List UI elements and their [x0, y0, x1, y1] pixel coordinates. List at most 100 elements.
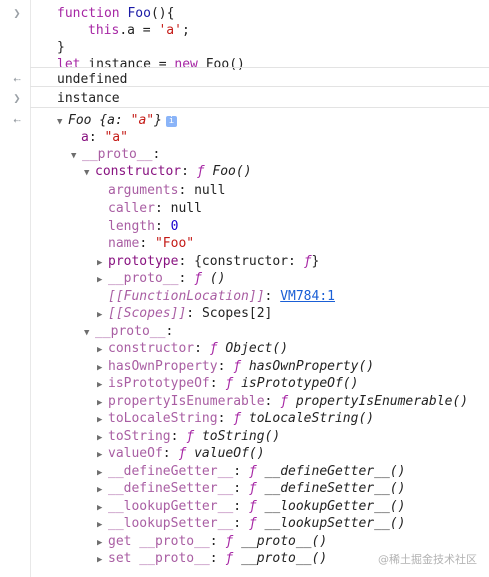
method-signature: toLocaleString()	[248, 411, 375, 426]
method-signature: __lookupSetter__()	[264, 516, 406, 531]
code-keyword: new	[174, 57, 198, 72]
object-tree-root[interactable]: ⇠ ▼ Foo {a: "a"} i	[0, 112, 489, 129]
function-glyph: ƒ	[194, 271, 202, 286]
property-key: [[Scopes]]	[108, 306, 187, 321]
function-glyph: ƒ	[280, 393, 289, 409]
method-signature: __defineGetter__()	[264, 463, 406, 479]
tree-method-row[interactable]: ▶ constructor: ƒ Object()	[0, 340, 489, 357]
tree-method-row[interactable]: ▶ valueOf: ƒ valueOf()	[0, 445, 489, 462]
tree-property-row: name: "Foo"	[108, 236, 195, 251]
method-key: __lookupGetter__	[108, 498, 234, 514]
prompt-chevron-icon: ❯	[13, 6, 21, 20]
result-arrow-icon: ⇠	[13, 113, 21, 127]
function-glyph: ƒ	[225, 376, 234, 391]
tree-method-row[interactable]: ▶ __lookupGetter__: ƒ __lookupGetter__()	[0, 498, 489, 515]
collapse-triangle-icon[interactable]: ▶	[97, 482, 108, 499]
tree-method-row[interactable]: ▶ __defineGetter__: ƒ __defineGetter__()	[0, 463, 489, 480]
method-signature: isPrototypeOf()	[241, 376, 359, 391]
object-preview-value: "a"	[130, 113, 155, 128]
collapse-triangle-icon[interactable]: ▶	[97, 535, 108, 552]
function-glyph: ƒ	[248, 463, 257, 479]
property-key: length	[108, 219, 155, 234]
code-function-name: Foo	[127, 6, 151, 21]
method-key: toLocaleString	[108, 411, 218, 426]
property-key: __proto__	[82, 147, 153, 162]
function-glyph: ƒ	[248, 516, 257, 531]
tree-method-row[interactable]: ▶ __lookupSetter__: ƒ __lookupSetter__()	[0, 515, 489, 532]
function-glyph: ƒ	[225, 551, 234, 566]
method-signature: hasOwnProperty()	[248, 358, 375, 374]
method-key: get __proto__	[108, 533, 210, 549]
collapse-triangle-icon[interactable]: ▶	[97, 307, 108, 324]
method-signature: __proto__()	[241, 533, 328, 549]
tree-property-row[interactable]: ▶ __proto__: ƒ ()	[0, 270, 489, 287]
function-glyph: ƒ	[178, 446, 187, 461]
property-value: Foo()	[212, 164, 252, 179]
code-string: 'a'	[158, 23, 182, 38]
collapse-triangle-icon[interactable]: ▶	[97, 272, 108, 289]
tree-method-row[interactable]: ▶ toString: ƒ toString()	[0, 428, 489, 445]
collapse-triangle-icon[interactable]: ▶	[97, 465, 108, 482]
property-value: "Foo"	[154, 236, 195, 251]
tree-property-row[interactable]: ▶ [[Scopes]]: Scopes[2]	[0, 305, 489, 322]
property-key: caller	[108, 201, 155, 216]
tree-property-row[interactable]: ▶ prototype: {constructor: ƒ}	[0, 253, 489, 270]
method-key: set __proto__	[108, 551, 210, 566]
tree-method-row[interactable]: ▶ hasOwnProperty: ƒ hasOwnProperty()	[0, 358, 489, 375]
prompt-chevron-icon: ❯	[13, 91, 21, 105]
property-value: ()	[209, 271, 226, 286]
collapse-triangle-icon[interactable]: ▶	[97, 447, 108, 464]
property-key: __proto__	[95, 324, 166, 339]
collapse-triangle-icon[interactable]: ▶	[97, 412, 108, 429]
collapse-triangle-icon[interactable]: ▶	[97, 552, 108, 569]
property-value: {constructor:	[194, 254, 304, 269]
collapse-triangle-icon[interactable]: ▶	[97, 500, 108, 517]
expand-triangle-icon[interactable]: ▼	[84, 165, 95, 182]
code-keyword: function	[57, 6, 120, 21]
tree-method-row[interactable]: ▶ __defineSetter__: ƒ __defineSetter__()	[0, 480, 489, 497]
function-glyph: ƒ	[303, 254, 312, 269]
info-icon[interactable]: i	[165, 116, 177, 127]
method-key: valueOf	[108, 446, 163, 461]
method-signature: propertyIsEnumerable()	[295, 393, 469, 409]
console-input-line: ❯ function Foo(){	[0, 5, 489, 22]
tree-method-row[interactable]: ▶ isPrototypeOf: ƒ isPrototypeOf()	[0, 375, 489, 392]
tree-method-row[interactable]: ▶ propertyIsEnumerable: ƒ propertyIsEnume…	[0, 393, 489, 410]
collapse-triangle-icon[interactable]: ▶	[97, 430, 108, 447]
property-value: 0	[170, 219, 179, 234]
console-input-line: ❯ instance	[0, 90, 489, 107]
method-signature: __lookupGetter__()	[264, 498, 406, 514]
function-glyph: ƒ	[209, 341, 218, 356]
function-glyph: ƒ	[248, 481, 257, 496]
collapse-triangle-icon[interactable]: ▶	[97, 360, 108, 377]
property-key: constructor	[95, 164, 182, 179]
collapse-triangle-icon[interactable]: ▶	[97, 377, 108, 394]
property-value: null	[170, 201, 202, 216]
method-signature: toString()	[201, 428, 281, 444]
devtools-console: ❯ function Foo(){ this.a = 'a'; } let i n…	[0, 0, 489, 577]
method-signature: valueOf()	[194, 446, 265, 461]
method-key: hasOwnProperty	[108, 358, 218, 374]
method-key: isPrototypeOf	[108, 376, 210, 391]
tree-method-row[interactable]: ▶ toLocaleString: ƒ toLocaleString()	[0, 410, 489, 427]
source-link[interactable]: VM784:1	[280, 289, 335, 304]
collapse-triangle-icon[interactable]: ▶	[97, 517, 108, 534]
function-glyph: ƒ	[186, 428, 195, 444]
property-value: }	[311, 254, 320, 269]
function-glyph: ƒ	[233, 411, 242, 426]
code-keyword: let	[57, 57, 81, 72]
property-value: Scopes[2]	[201, 306, 273, 321]
console-input-line: }	[0, 39, 489, 56]
code-text: .a =	[119, 23, 159, 38]
collapse-triangle-icon[interactable]: ▶	[97, 342, 108, 359]
collapse-triangle-icon[interactable]: ▶	[97, 395, 108, 412]
method-signature: __proto__()	[241, 551, 328, 566]
tree-property-row[interactable]: ▼ constructor: ƒ Foo()	[0, 163, 489, 180]
tree-property-row[interactable]: ▼ __proto__:	[0, 146, 489, 163]
tree-property-row[interactable]: ▼ __proto__:	[0, 323, 489, 340]
method-key: __defineGetter__	[108, 463, 234, 479]
tree-method-row[interactable]: ▶ get __proto__: ƒ __proto__()	[0, 533, 489, 550]
method-key: __lookupSetter__	[108, 516, 234, 531]
console-input-line: this.a = 'a';	[0, 22, 489, 39]
property-value: null	[194, 183, 226, 198]
